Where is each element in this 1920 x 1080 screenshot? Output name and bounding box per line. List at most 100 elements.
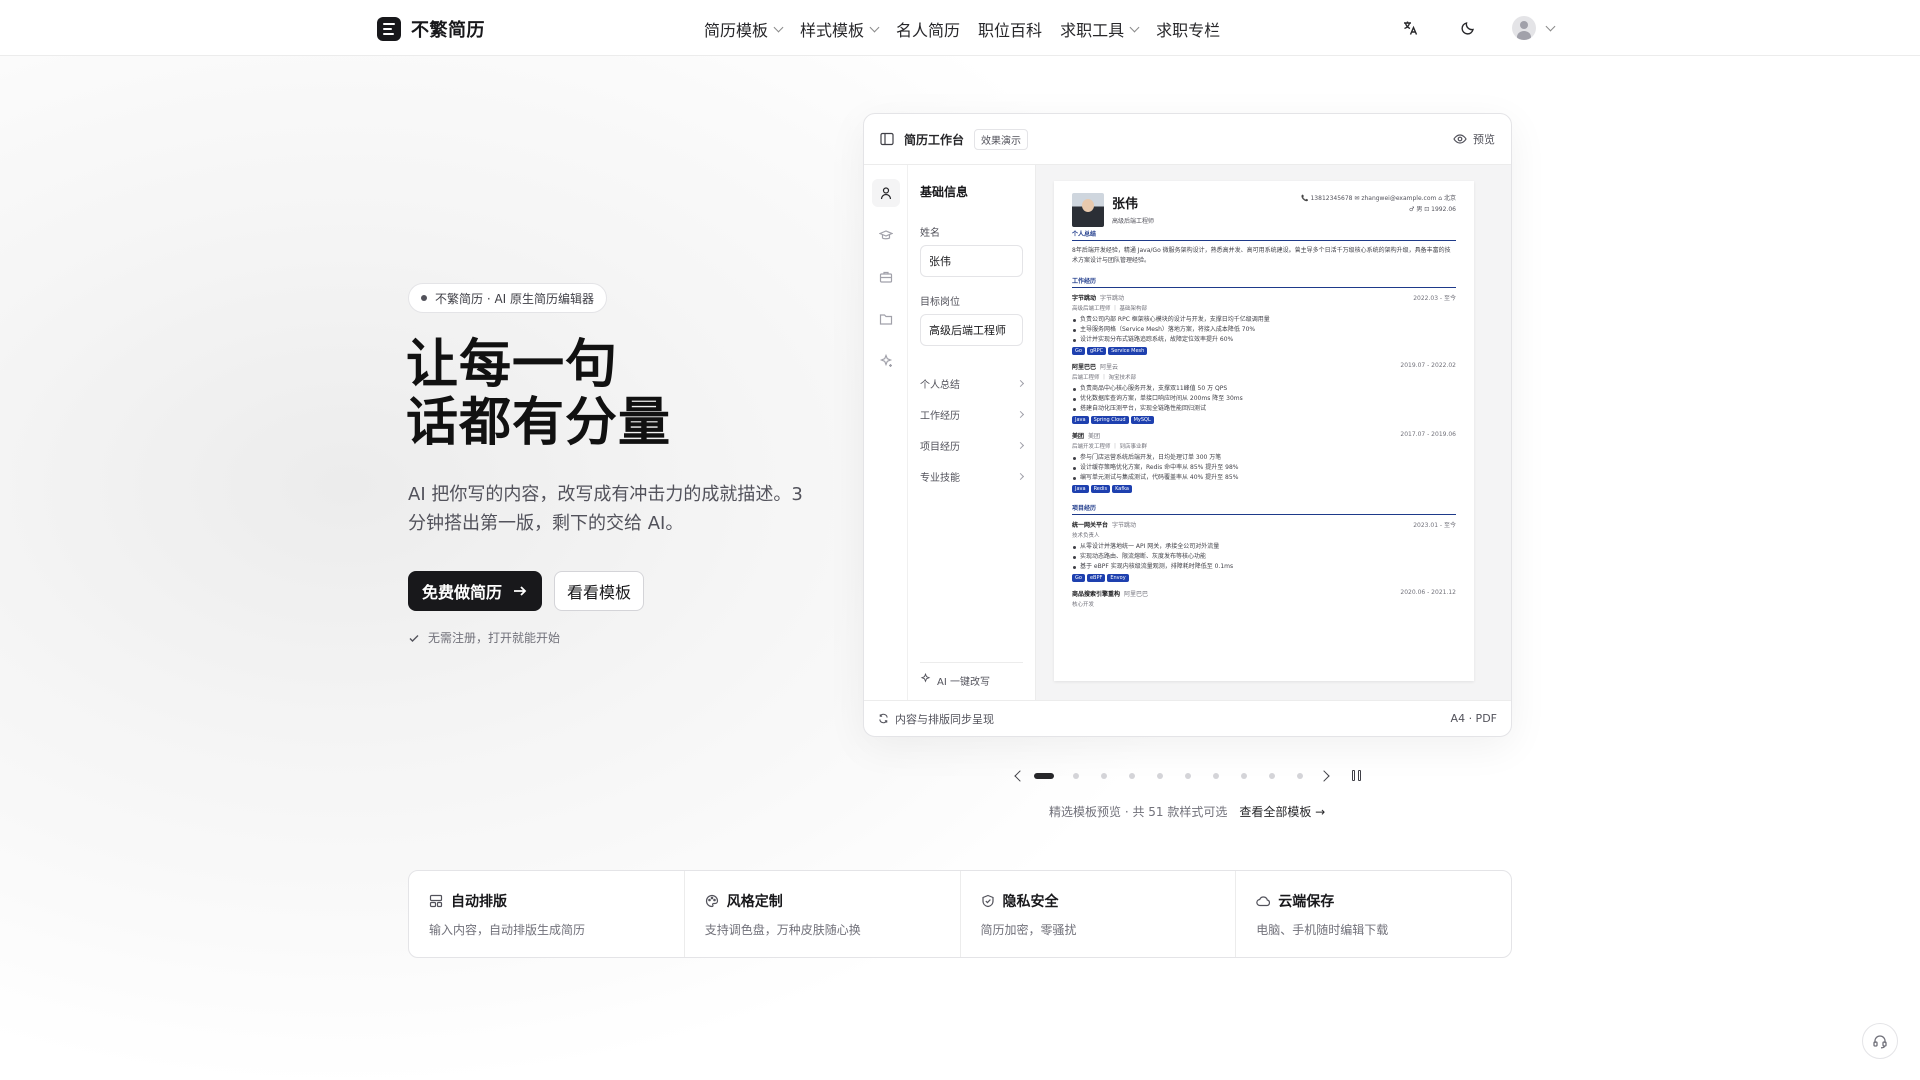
section-label: 工作经历: [920, 411, 960, 422]
resume-entry: 字节跳动 字节跳动 2022.03 - 至今 高级后端工程师 ｜ 基础架构部 负责公司内…: [1072, 293, 1456, 355]
entry-org: 字节跳动 字节跳动: [1072, 293, 1124, 302]
slide-dot[interactable]: [1073, 773, 1079, 779]
slide-dot[interactable]: [1297, 773, 1303, 779]
briefcase-icon[interactable]: [872, 263, 900, 291]
slide-dots: [1030, 773, 1314, 779]
slide-dot[interactable]: [1129, 773, 1135, 779]
entry-head: 商品搜索引擎重构 阿里巴巴 2020.06 - 2021.12: [1072, 589, 1456, 598]
slide-dot[interactable]: [1241, 773, 1247, 779]
resume-entry: 美团 美团 2017.07 - 2019.06 后端开发工程师 ｜ 到店事业群 参与门店…: [1072, 431, 1456, 493]
skill-chip: Go: [1072, 347, 1085, 355]
nav-item-job-wiki[interactable]: 职位百科: [978, 17, 1042, 41]
feature-title: 自动排版: [451, 894, 507, 910]
nav-label: 求职专栏: [1156, 21, 1221, 40]
graduation-cap-icon[interactable]: [872, 221, 900, 249]
entry-org: 美团 美团: [1072, 431, 1100, 440]
palette-icon: [705, 894, 718, 908]
resume-entry: 统一网关平台 字节跳动 2023.01 - 至今 技术负责人 从零设计并落地统一 API…: [1072, 520, 1456, 582]
entry-bullet: 编写单元测试与集成测试，代码覆盖率从 40% 提升至 85%: [1072, 473, 1456, 483]
slide-dot[interactable]: [1101, 773, 1107, 779]
nav-item-celebrity-resumes[interactable]: 名人简历: [896, 17, 960, 41]
preview-button[interactable]: 预览: [1453, 131, 1495, 147]
pause-icon[interactable]: [1352, 770, 1361, 781]
view-templates-button[interactable]: 看看模板: [554, 571, 645, 611]
hero-note-text: 无需注册，打开就能开始: [428, 631, 561, 645]
slide-dot[interactable]: [1213, 773, 1219, 779]
resume-name: 张伟: [1112, 197, 1139, 212]
entry-bullet: 优化数据库查询方案，单接口响应时间从 200ms 降至 30ms: [1072, 394, 1456, 404]
feature-auto-layout: 自动排版 输入内容，自动排版生成简历: [409, 871, 685, 957]
chevron-right-icon: [1016, 379, 1025, 388]
slide-dot[interactable]: [1034, 773, 1054, 779]
resume-entry: 阿里巴巴 阿里云 2019.07 - 2022.02 后端工程师 ｜ 淘宝技术部 负责商…: [1072, 362, 1456, 424]
entry-bullet: 参与门店运营系统后端开发，日均处理订单 300 万笔: [1072, 453, 1456, 463]
entry-company: 统一网关平台: [1072, 522, 1109, 529]
nav-item-resume-templates[interactable]: 简历模板: [704, 17, 784, 41]
view-templates-label: 看看模板: [567, 583, 632, 602]
sync-text: 内容与排版同步呈现: [895, 712, 994, 726]
slide-dot[interactable]: [1157, 773, 1163, 779]
skill-chip: Go: [1072, 574, 1085, 582]
skill-chip: Java: [1072, 485, 1089, 493]
nav-item-job-tools[interactable]: 求职工具: [1060, 17, 1140, 41]
chevron-right-icon: [1016, 441, 1025, 450]
entry-company: 阿里巴巴: [1072, 364, 1097, 371]
nav-label: 职位百科: [978, 21, 1043, 40]
ai-rewrite-button[interactable]: AI 一键改写: [920, 662, 1023, 688]
feature-desc: 电脑、手机随时编辑下载: [1256, 923, 1389, 937]
chevron-right-icon: [1016, 410, 1025, 419]
prev-slide-button[interactable]: [1010, 766, 1030, 786]
chevron-right-icon: [1016, 472, 1025, 481]
entry-date: 2019.07 - 2022.02: [1400, 362, 1456, 369]
target-field[interactable]: 高级后端工程师: [920, 314, 1023, 346]
nav-actions: [1396, 14, 1556, 42]
user-icon[interactable]: [872, 179, 900, 207]
section-projects[interactable]: 项目经历: [920, 430, 1025, 461]
slide-dot[interactable]: [1269, 773, 1275, 779]
entry-bullets: 负责商品中心核心服务开发，支撑双11峰值 50 万 QPS 优化数据库查询方案，单…: [1072, 384, 1456, 414]
entry-skills: Java Spring Cloud MySQL: [1072, 416, 1456, 424]
skill-chip: Kafka: [1112, 485, 1132, 493]
create-resume-button[interactable]: 免费做简历: [408, 571, 543, 611]
sidebar-toggle-icon[interactable]: [880, 132, 894, 146]
format-text: A4 · PDF: [1450, 712, 1497, 725]
headline-line-2: 话都有分量: [406, 393, 672, 453]
name-field[interactable]: 张伟: [920, 245, 1023, 277]
sparkle-icon[interactable]: [872, 347, 900, 375]
resume-header: 张伟 高级后端工程师 📞 13812345678 ✉ zhangwei@exam…: [1072, 193, 1456, 227]
chevron-down-icon: [1545, 21, 1556, 31]
section-skills[interactable]: 专业技能: [920, 461, 1025, 492]
shield-icon: [981, 894, 994, 908]
entry-role: 高级后端工程师 ｜ 基础架构部: [1072, 306, 1147, 312]
entry-role: 技术负责人: [1072, 533, 1100, 539]
template-carousel-controls: [1010, 766, 1370, 786]
entry-bullets: 参与门店运营系统后端开发，日均处理订单 300 万笔 设计缓存策略优化方案，Red…: [1072, 453, 1456, 483]
entry-bullet: 负责商品中心核心服务开发，支撑双11峰值 50 万 QPS: [1072, 384, 1456, 394]
section-work[interactable]: 工作经历: [920, 399, 1025, 430]
moon-icon[interactable]: [1454, 14, 1482, 42]
eye-icon: [1453, 134, 1467, 144]
feature-privacy: 隐私安全 简历加密，零骚扰: [961, 871, 1237, 957]
brand[interactable]: 不繁简历: [377, 16, 485, 42]
slide-dot[interactable]: [1185, 773, 1191, 779]
section-label: 专业技能: [920, 473, 960, 484]
skill-chip: eBPF: [1086, 574, 1106, 582]
user-menu[interactable]: [1512, 16, 1556, 40]
nav-item-style-templates[interactable]: 样式模板: [800, 17, 880, 41]
customer-support-button[interactable]: [1862, 1023, 1898, 1059]
view-all-templates-link[interactable]: 查看全部模板 →: [1239, 803, 1325, 820]
main-menu: 简历模板 样式模板 名人简历 职位百科 求职工具 求职专栏: [704, 17, 1220, 41]
nav-item-job-column[interactable]: 求职专栏: [1156, 17, 1220, 41]
create-resume-label: 免费做简历: [422, 583, 503, 602]
brand-name: 不繁简历: [411, 20, 485, 41]
entry-dept: 字节跳动: [1100, 295, 1125, 302]
feature-title: 风格定制: [726, 894, 783, 910]
entry-date: 2020.06 - 2021.12: [1400, 589, 1456, 596]
translate-icon[interactable]: [1396, 14, 1424, 42]
next-slide-button[interactable]: [1314, 766, 1334, 786]
feature-title: 隐私安全: [1002, 894, 1059, 910]
section-summary[interactable]: 个人总结: [920, 368, 1025, 399]
skill-chip: Service Mesh: [1108, 347, 1148, 355]
folder-icon[interactable]: [872, 305, 900, 333]
feature-strip: 自动排版 输入内容，自动排版生成简历 风格定制 支持调色盘，万种皮肤随心换 隐私…: [408, 870, 1512, 958]
